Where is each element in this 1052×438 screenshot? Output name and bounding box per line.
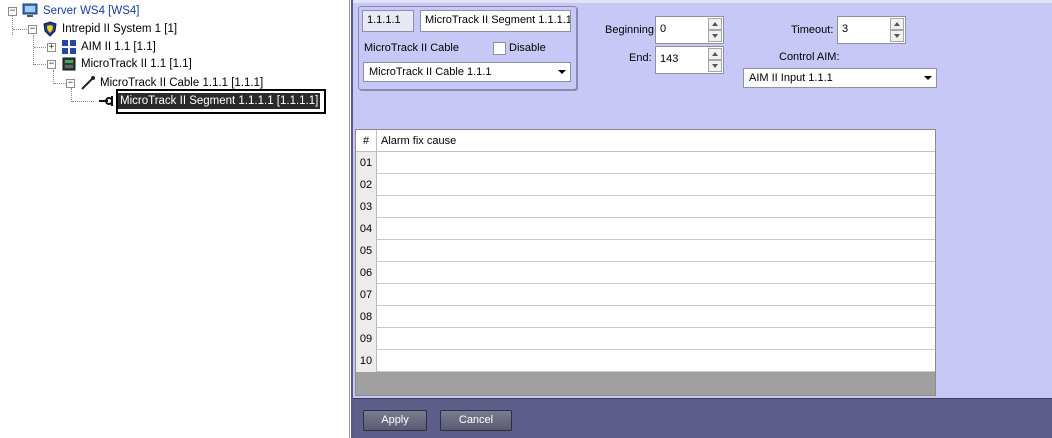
row-number: 04 — [356, 218, 377, 240]
cable-label: MicroTrack II Cable — [364, 42, 459, 54]
settings-panel: 1.1.1.1 MicroTrack II Segment 1.1.1.1 Mi… — [351, 0, 1052, 438]
tree-item-label: AIM II 1.1 [1.1] — [81, 41, 156, 53]
spin-up-icon[interactable] — [708, 48, 722, 60]
row-number: 09 — [356, 328, 377, 350]
alarm-cause-table: # Alarm fix cause 01 02 03 04 05 06 07 08 09 10 — [355, 129, 936, 396]
control-aim-select[interactable]: AIM II Input 1.1.1 — [743, 68, 937, 88]
spin-down-icon[interactable] — [890, 30, 904, 42]
end-value: 143 — [660, 53, 679, 65]
column-header-cause: Alarm fix cause — [381, 135, 457, 147]
control-aim-value: AIM II Input 1.1.1 — [749, 72, 833, 84]
apply-button[interactable]: Apply — [363, 410, 427, 431]
chevron-down-icon[interactable] — [922, 72, 934, 84]
controller-device-icon — [62, 57, 76, 71]
row-number: 08 — [356, 306, 377, 328]
alarm-cause-cell[interactable] — [378, 240, 935, 262]
cable-select[interactable]: MicroTrack II Cable 1.1.1 — [363, 62, 571, 82]
table-header: # Alarm fix cause — [356, 130, 935, 152]
row-number: 02 — [356, 174, 377, 196]
table-row[interactable]: 09 — [356, 328, 935, 350]
monitor-icon — [22, 3, 38, 17]
alarm-cause-cell[interactable] — [378, 350, 935, 372]
alarm-cause-cell[interactable] — [378, 262, 935, 284]
alarm-cause-cell[interactable] — [378, 196, 935, 218]
collapse-toggle[interactable]: − — [8, 7, 17, 16]
grid-module-icon — [62, 40, 76, 54]
timeout-label: Timeout: — [791, 24, 834, 36]
segment-id-field[interactable]: 1.1.1.1 — [362, 10, 414, 32]
tree-item-microtrack[interactable]: MicroTrack II 1.1 [1.1] — [79, 55, 194, 73]
collapse-toggle[interactable]: − — [47, 60, 56, 69]
table-row[interactable]: 02 — [356, 174, 935, 196]
table-row[interactable]: 04 — [356, 218, 935, 240]
cancel-button[interactable]: Cancel — [440, 410, 512, 431]
end-label: End: — [629, 52, 652, 64]
tree-item-label: MicroTrack II 1.1 [1.1] — [81, 58, 192, 70]
disable-checkbox[interactable] — [493, 42, 506, 55]
control-aim-label: Control AIM: — [779, 51, 840, 63]
row-number: 10 — [356, 350, 377, 372]
table-row[interactable]: 07 — [356, 284, 935, 306]
spin-up-icon[interactable] — [890, 18, 904, 30]
alarm-cause-cell[interactable] — [378, 152, 935, 174]
cable-select-value: MicroTrack II Cable 1.1.1 — [369, 66, 492, 78]
alarm-cause-cell[interactable] — [378, 174, 935, 196]
object-tree: − Server WS4 [WS4] − Intrepid II System … — [0, 0, 350, 438]
row-number: 05 — [356, 240, 377, 262]
timeout-value: 3 — [842, 23, 849, 35]
segment-groupbox: 1.1.1.1 MicroTrack II Segment 1.1.1.1 Mi… — [358, 6, 577, 90]
timeout-spinner[interactable]: 3 — [837, 16, 906, 44]
chevron-down-icon[interactable] — [556, 66, 568, 78]
alarm-cause-cell[interactable] — [378, 306, 935, 328]
segment-icon — [99, 96, 113, 106]
table-row[interactable]: 03 — [356, 196, 935, 218]
tree-item-label: MicroTrack II Segment 1.1.1.1 [1.1.1.1] — [120, 95, 319, 107]
column-header-number: # — [356, 130, 377, 152]
disable-label: Disable — [509, 42, 546, 54]
table-row[interactable]: 01 — [356, 152, 935, 174]
collapse-toggle[interactable]: − — [28, 25, 37, 34]
end-spinner[interactable]: 143 — [655, 46, 724, 74]
top-edge — [353, 0, 1052, 3]
tree-item-intrepid-system[interactable]: Intrepid II System 1 [1] — [60, 20, 179, 38]
table-row[interactable]: 10 — [356, 350, 935, 372]
alarm-cause-cell[interactable] — [378, 284, 935, 306]
table-row[interactable]: 08 — [356, 306, 935, 328]
collapse-toggle[interactable]: − — [66, 79, 75, 88]
shield-icon — [43, 21, 57, 37]
cable-icon — [81, 76, 95, 90]
segment-name-field[interactable]: MicroTrack II Segment 1.1.1.1 — [420, 10, 571, 32]
spin-down-icon[interactable] — [708, 30, 722, 42]
tree-item-label: Intrepid II System 1 [1] — [62, 23, 178, 35]
tree-item-server[interactable]: Server WS4 [WS4] — [41, 2, 142, 20]
tree-item-label: Server WS4 [WS4] — [43, 5, 140, 17]
row-number: 03 — [356, 196, 377, 218]
beginning-label: Beginning — [605, 24, 654, 36]
row-number: 07 — [356, 284, 377, 306]
tree-item-aim[interactable]: AIM II 1.1 [1.1] — [79, 38, 158, 56]
alarm-cause-cell[interactable] — [378, 218, 935, 240]
row-number: 06 — [356, 262, 377, 284]
expand-toggle[interactable]: + — [47, 43, 56, 52]
spin-up-icon[interactable] — [708, 18, 722, 30]
spin-down-icon[interactable] — [708, 60, 722, 72]
button-bar: Apply Cancel — [353, 398, 1052, 438]
beginning-value: 0 — [660, 23, 667, 35]
alarm-cause-cell[interactable] — [378, 328, 935, 350]
table-row[interactable]: 06 — [356, 262, 935, 284]
table-row[interactable]: 05 — [356, 240, 935, 262]
row-number: 01 — [356, 152, 377, 174]
tree-item-segment[interactable]: MicroTrack II Segment 1.1.1.1 [1.1.1.1] — [118, 93, 320, 109]
beginning-spinner[interactable]: 0 — [655, 16, 724, 44]
